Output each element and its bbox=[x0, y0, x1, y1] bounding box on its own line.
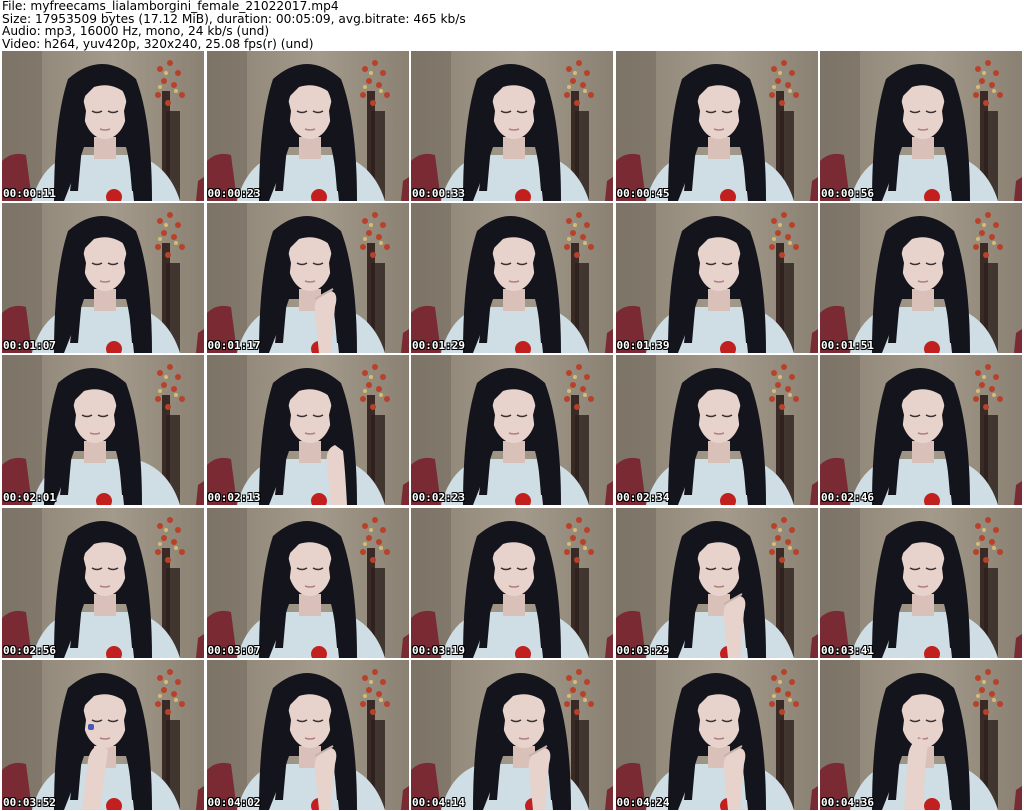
video-frame-thumbnail: 00:02:46 bbox=[820, 355, 1022, 506]
frame-image bbox=[206, 203, 409, 354]
frame-image bbox=[2, 659, 204, 810]
video-frame-thumbnail: 00:02:23 bbox=[411, 355, 613, 506]
video-frame-thumbnail: 00:04:02 bbox=[206, 659, 409, 810]
video-frame-thumbnail: 00:02:34 bbox=[615, 355, 818, 506]
frame-image bbox=[411, 51, 613, 201]
frame-timestamp: 00:03:29 bbox=[616, 643, 670, 657]
frame-image bbox=[206, 355, 409, 506]
video-frame-thumbnail: 00:02:56 bbox=[2, 507, 204, 658]
frame-image bbox=[820, 507, 1022, 658]
video-frame-thumbnail: 00:03:19 bbox=[411, 507, 613, 658]
frame-timestamp: 00:04:02 bbox=[207, 795, 261, 809]
video-frame-thumbnail: 00:00:45 bbox=[615, 51, 818, 201]
thumbnail-grid: 00:00:11 00:00:23 00:00:33 00:00:45 00:0… bbox=[2, 51, 1022, 810]
frame-timestamp: 00:03:07 bbox=[207, 643, 261, 657]
frame-image bbox=[820, 659, 1022, 810]
frame-image bbox=[411, 659, 613, 810]
frame-image bbox=[206, 51, 409, 201]
frame-timestamp: 00:00:11 bbox=[3, 187, 56, 200]
frame-image bbox=[206, 507, 409, 658]
frame-timestamp: 00:00:56 bbox=[821, 187, 874, 200]
file-name-line: File: myfreecams_lialamborgini_female_21… bbox=[2, 0, 339, 13]
frame-timestamp: 00:01:51 bbox=[821, 339, 874, 353]
frame-timestamp: 00:04:36 bbox=[821, 795, 874, 809]
frame-timestamp: 00:02:23 bbox=[412, 491, 465, 505]
video-frame-thumbnail: 00:02:13 bbox=[206, 355, 409, 506]
frame-image bbox=[411, 203, 613, 354]
video-frame-thumbnail: 00:00:56 bbox=[820, 51, 1022, 201]
frame-timestamp: 00:00:45 bbox=[616, 187, 670, 200]
frame-timestamp: 00:01:29 bbox=[412, 339, 465, 353]
video-frame-thumbnail: 00:03:29 bbox=[615, 507, 818, 658]
video-frame-thumbnail: 00:03:52 bbox=[2, 659, 204, 810]
video-frame-thumbnail: 00:01:17 bbox=[206, 203, 409, 354]
frame-timestamp: 00:02:34 bbox=[616, 491, 670, 505]
frame-image bbox=[2, 51, 204, 201]
frame-image bbox=[820, 355, 1022, 506]
frame-timestamp: 00:02:01 bbox=[3, 491, 56, 505]
video-frame-thumbnail: 00:03:41 bbox=[820, 507, 1022, 658]
video-frame-thumbnail: 00:01:39 bbox=[615, 203, 818, 354]
frame-timestamp: 00:01:07 bbox=[3, 339, 56, 353]
video-frame-thumbnail: 00:02:01 bbox=[2, 355, 204, 506]
frame-image bbox=[2, 507, 204, 658]
frame-timestamp: 00:02:46 bbox=[821, 491, 874, 505]
video-frame-thumbnail: 00:00:33 bbox=[411, 51, 613, 201]
video-frame-thumbnail: 00:04:14 bbox=[411, 659, 613, 810]
video-frame-thumbnail: 00:00:23 bbox=[206, 51, 409, 201]
frame-image bbox=[615, 355, 818, 506]
video-frame-thumbnail: 00:04:24 bbox=[615, 659, 818, 810]
frame-timestamp: 00:04:24 bbox=[616, 795, 670, 809]
video-frame-thumbnail: 00:01:51 bbox=[820, 203, 1022, 354]
video-frame-thumbnail: 00:01:07 bbox=[2, 203, 204, 354]
frame-image bbox=[206, 659, 409, 810]
frame-image bbox=[615, 507, 818, 658]
frame-timestamp: 00:01:39 bbox=[616, 339, 670, 353]
video-frame-thumbnail: 00:04:36 bbox=[820, 659, 1022, 810]
frame-image bbox=[411, 507, 613, 658]
frame-image bbox=[2, 203, 204, 354]
frame-timestamp: 00:04:14 bbox=[412, 795, 465, 809]
audio-info-line: Audio: mp3, 16000 Hz, mono, 24 kb/s (und… bbox=[2, 24, 270, 39]
frame-image bbox=[411, 355, 613, 506]
frame-image bbox=[2, 355, 204, 506]
frame-image bbox=[615, 659, 818, 810]
file-info-header: File: myfreecams_lialamborgini_female_21… bbox=[2, 0, 1022, 50]
frame-image bbox=[615, 203, 818, 354]
video-frame-thumbnail: 00:01:29 bbox=[411, 203, 613, 354]
frame-timestamp: 00:00:23 bbox=[207, 187, 261, 200]
frame-timestamp: 00:02:56 bbox=[3, 643, 56, 657]
frame-image bbox=[820, 51, 1022, 201]
frame-timestamp: 00:03:41 bbox=[821, 643, 874, 657]
frame-image bbox=[615, 51, 818, 201]
video-frame-thumbnail: 00:00:11 bbox=[2, 51, 204, 201]
frame-timestamp: 00:01:17 bbox=[207, 339, 261, 353]
frame-timestamp: 00:03:19 bbox=[412, 643, 465, 657]
video-info-line: Video: h264, yuv420p, 320x240, 25.08 fps… bbox=[2, 36, 314, 51]
frame-timestamp: 00:03:52 bbox=[3, 795, 56, 809]
frame-timestamp: 00:02:13 bbox=[207, 491, 261, 505]
video-frame-thumbnail: 00:03:07 bbox=[206, 507, 409, 658]
frame-timestamp: 00:00:33 bbox=[412, 187, 465, 200]
frame-image bbox=[820, 203, 1022, 354]
